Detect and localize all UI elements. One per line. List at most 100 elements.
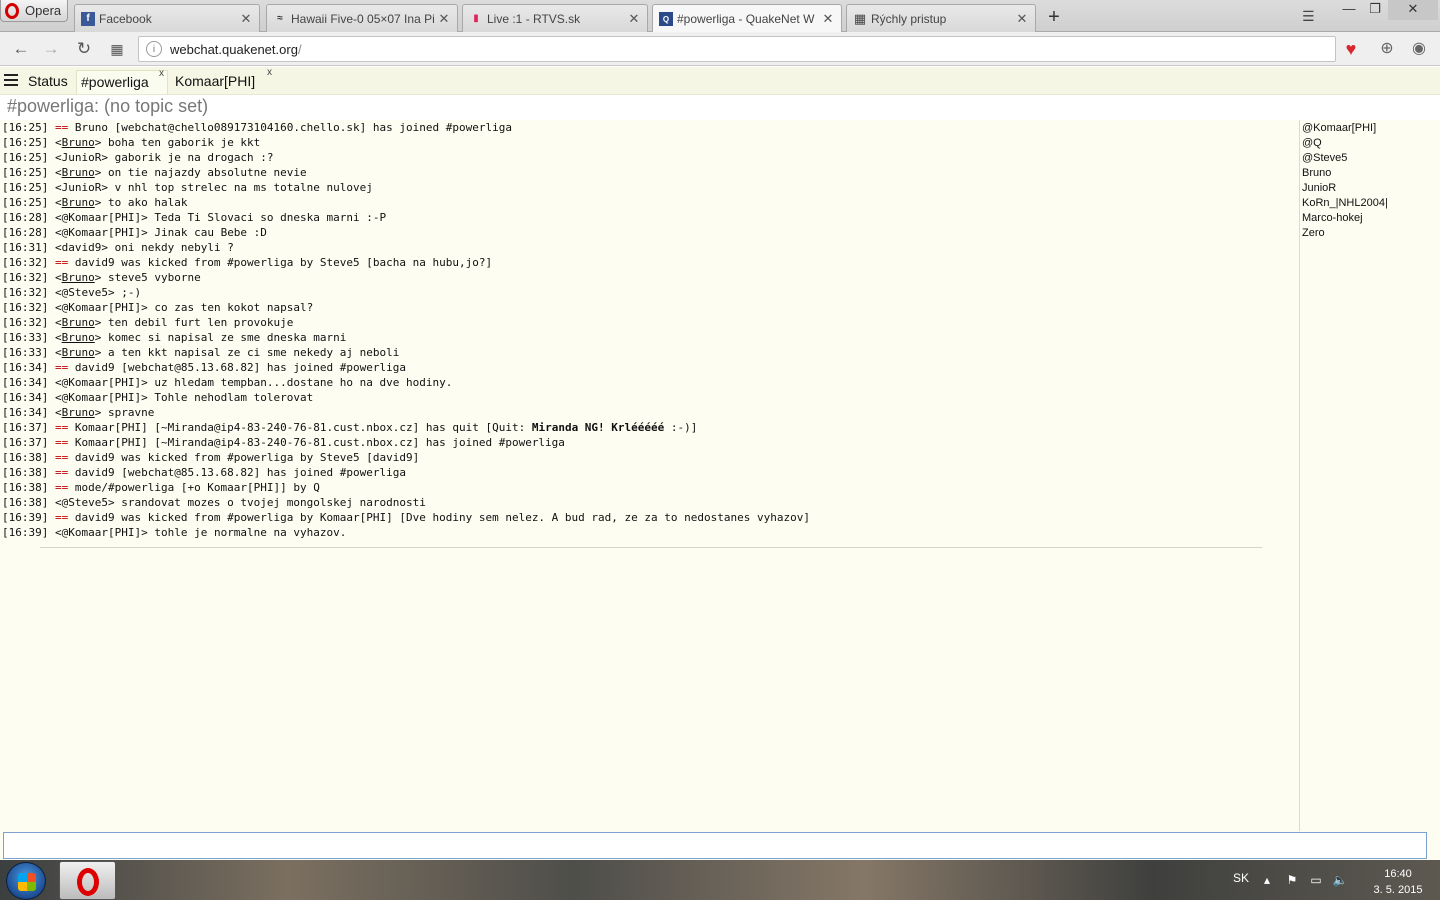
forward-icon[interactable]: → [40,38,62,60]
browser-tab-powerliga[interactable]: Q #powerliga - QuakeNet W ✕ [652,4,842,33]
browser-tab-facebook[interactable]: f Facebook ✕ [74,4,260,32]
nick-list-item[interactable]: @Q [1300,136,1440,151]
url-host: webchat.quakenet.org [170,41,298,57]
tab-label: #powerliga - QuakeNet W [677,12,815,26]
close-window-icon[interactable]: ✕ [1388,0,1438,20]
message-nick: JunioR [61,181,102,194]
chat-tab-powerliga[interactable]: #powerliga x [76,68,168,94]
chat-tab-komaar[interactable]: Komaar[PHI] x [171,67,277,94]
tab-label: Live :1 - RTVS.sk [487,11,581,26]
timestamp: [16:31] [2,241,49,254]
download-icon[interactable]: ⊕ [1376,38,1398,60]
message-nick[interactable]: Bruno [62,406,95,419]
nick-list-item[interactable]: JunioR [1300,181,1440,196]
close-tab-icon[interactable]: ✕ [821,11,835,27]
speed-dial-icon[interactable]: ▦ [106,38,128,60]
nick-list-item[interactable]: Bruno [1300,166,1440,181]
chat-line: [16:31] <david9> oni nekdy nebyli ? [2,241,234,254]
message-text: srandovat mozes o tvojej mongolskej naro… [114,496,426,509]
chat-window-tabs: Status #powerliga x Komaar[PHI] x [0,67,1440,95]
language-indicator[interactable]: SK [1233,871,1249,885]
message-input[interactable] [3,832,1427,859]
opera-menu-button[interactable]: Opera [0,0,68,22]
close-chat-tab-icon[interactable]: x [159,68,164,79]
close-tab-icon[interactable]: ✕ [1015,11,1029,27]
site-info-icon[interactable]: i [146,41,162,57]
message-nick: @Komaar[PHI] [61,526,142,539]
message-nick[interactable]: Bruno [62,166,95,179]
message-nick[interactable]: Bruno [62,346,95,359]
message-text: mode/#powerliga [+o Komaar[PHI]] by Q [68,481,320,494]
message-nick[interactable]: Bruno [62,331,95,344]
close-chat-tab-icon[interactable]: x [267,67,272,78]
show-hidden-icons-icon[interactable]: ▴ [1259,872,1275,888]
action-center-flag-icon[interactable]: ⚑ [1284,872,1300,888]
close-tab-icon[interactable]: ✕ [437,11,451,27]
minimize-icon[interactable]: — [1336,0,1362,20]
message-text: Komaar[PHI] [~Miranda@ip4-83-240-76-81.c… [68,436,565,449]
chat-line: [16:32] <@Komaar[PHI]> co zas ten kokot … [2,301,314,314]
timestamp: [16:25] [2,181,49,194]
close-tab-icon[interactable]: ✕ [627,11,641,27]
tab-menu-icon[interactable]: ☰ [1302,8,1322,24]
chat-line: [16:34] == david9 [webchat@85.13.68.82] … [0,360,1298,375]
last-read-divider [40,547,1262,548]
nick-list-item[interactable]: KoRn_|NHL2004| [1300,196,1440,211]
message-bold-text: Miranda NG! Krlééééé [531,421,665,434]
timestamp: [16:28] [2,226,49,239]
chat-line: [16:34] <Bruno> spravne [2,406,155,419]
menu-icon[interactable] [4,74,18,86]
new-tab-button[interactable]: + [1043,6,1065,28]
heart-icon[interactable]: ♥ [1340,38,1362,60]
address-toolbar: ← → ↻ ▦ i webchat.quakenet.org / ♥ ⊕ ◉ [0,32,1440,66]
message-text: david9 [webchat@85.13.68.82] has joined … [68,466,406,479]
account-icon[interactable]: ◉ [1408,38,1430,60]
opera-logo-icon [77,868,99,896]
message-text: gaborik je na drogach :? [107,151,274,164]
message-text: to ako halak [101,196,188,209]
message-nick[interactable]: Bruno [62,271,95,284]
nick-list-item[interactable]: @Komaar[PHI] [1300,121,1440,136]
message-nick[interactable]: Bruno [62,136,95,149]
message-nick: JunioR [61,151,102,164]
message-text: david9 [webchat@85.13.68.82] has joined … [68,361,406,374]
message-text: tohle je normalne na vyhazov. [147,526,347,539]
timestamp: [16:34] [2,376,49,389]
message-nick[interactable]: Bruno [62,196,95,209]
message-text: david9 was kicked from #powerliga by Ste… [68,451,420,464]
reload-icon[interactable]: ↻ [73,38,95,60]
browser-tab-speed-dial[interactable]: ▦ Rýchly pristup ✕ [846,4,1036,32]
message-text: Jinak cau Bebe :D [147,226,267,239]
opera-logo-icon [5,2,19,19]
windows-logo-icon [18,873,36,891]
system-marker: == [54,511,69,524]
system-clock[interactable]: 16:40 3. 5. 2015 [1368,866,1428,898]
message-nick[interactable]: Bruno [62,316,95,329]
chat-tab-status[interactable]: Status [24,70,72,94]
address-bar[interactable]: i webchat.quakenet.org / [138,36,1336,62]
start-button[interactable] [6,862,46,900]
message-text: Tohle nehodlam tolerovat [147,391,314,404]
volume-icon[interactable]: 🔈 [1332,872,1348,888]
message-text: on tie najazdy absolutne nevie [101,166,307,179]
channel-topic: #powerliga: (no topic set) [7,96,209,116]
close-tab-icon[interactable]: ✕ [239,11,253,27]
chat-line: [16:39] <@Komaar[PHI]> tohle je normalne… [2,526,347,539]
maximize-icon[interactable]: ❐ [1364,0,1386,20]
nick-list-item[interactable]: Zero [1300,226,1440,241]
timestamp: [16:28] [2,211,49,224]
windows-taskbar: SK ▴ ⚑ ▭ 🔈 16:40 3. 5. 2015 [0,860,1440,900]
back-icon[interactable]: ← [10,38,32,60]
browser-tab-rtvs[interactable]: ▮ Live :1 - RTVS.sk ✕ [462,4,648,32]
timestamp: [16:38] [2,451,49,464]
chat-line: [16:37] == Komaar[PHI] [~Miranda@ip4-83-… [0,420,1298,435]
facebook-icon: f [81,11,95,26]
nick-list-item[interactable]: Marco-hokej [1300,211,1440,226]
network-icon[interactable]: ▭ [1308,872,1324,888]
tab-label: Hawaii Five-0 05×07 Ina Pi [291,11,435,26]
chat-line: [16:38] == david9 was kicked from #power… [0,450,1298,465]
taskbar-opera-button[interactable] [59,861,116,900]
chat-log: [16:25] == Bruno [webchat@chello08917310… [0,120,1298,831]
nick-list-item[interactable]: @Steve5 [1300,151,1440,166]
browser-tab-hawaii[interactable]: ≈ Hawaii Five-0 05×07 Ina Pi ✕ [266,4,458,32]
